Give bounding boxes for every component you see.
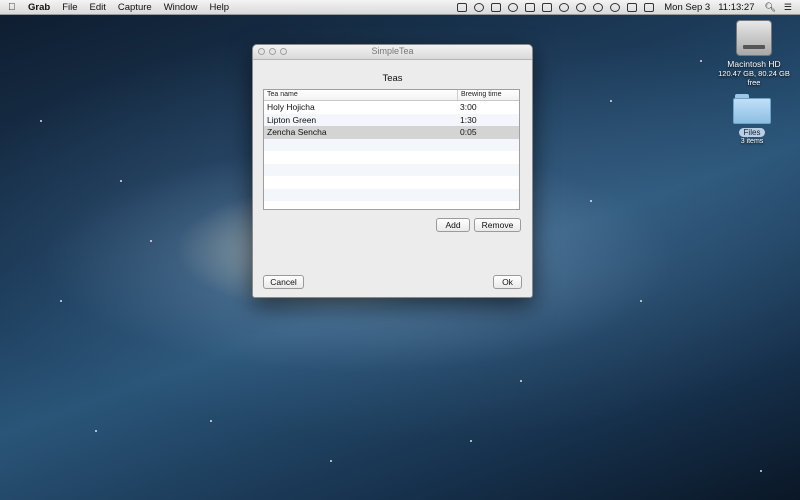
tea-name-cell: Zencha Sencha <box>267 127 327 137</box>
spotlight-search-icon[interactable]: 🔍︎ <box>764 2 775 13</box>
tea-name-cell: Lipton Green <box>267 114 317 125</box>
star <box>470 440 472 442</box>
window-title: SimpleTea <box>371 46 414 56</box>
status-icon[interactable] <box>508 2 519 12</box>
star <box>640 300 642 302</box>
status-icon[interactable] <box>457 2 468 12</box>
apple-menu-icon[interactable]:  <box>8 2 20 13</box>
remove-button[interactable]: Remove <box>474 218 521 232</box>
simpletea-window: SimpleTea Teas Tea name Brewing time Hol… <box>252 44 533 298</box>
star <box>40 120 42 122</box>
table-header: Tea name Brewing time <box>264 90 519 101</box>
menu-extras: Mon Sep 3 11:13:27 🔍︎ ☰ <box>450 0 792 14</box>
column-header-tea-name[interactable]: Tea name <box>264 90 458 100</box>
table-row[interactable]: Lipton Green 1:30 <box>264 113 519 126</box>
wifi-icon[interactable] <box>610 2 621 12</box>
hard-drive-icon <box>736 20 772 56</box>
volume-icon[interactable] <box>627 2 638 12</box>
hd-name: Macintosh HD <box>727 59 781 69</box>
notification-center-icon[interactable]: ☰ <box>784 2 792 13</box>
empty-row <box>264 176 519 189</box>
menu-date[interactable]: Mon Sep 3 <box>664 2 710 13</box>
star <box>95 430 97 432</box>
star <box>700 60 702 62</box>
desktop-icon-macintosh-hd[interactable]: Macintosh HD 120.47 GB, 80.24 GB free <box>712 20 796 87</box>
empty-row <box>264 163 519 176</box>
status-icon[interactable] <box>474 2 485 12</box>
table-row-selected[interactable]: Zencha Sencha 0:05 <box>264 126 519 139</box>
star <box>120 180 122 182</box>
app-menu[interactable]: Grab <box>28 2 50 13</box>
menu-capture[interactable]: Capture <box>118 2 152 13</box>
chat-icon[interactable] <box>559 2 570 12</box>
star <box>610 100 612 102</box>
folder-name: Files <box>738 128 766 137</box>
add-button[interactable]: Add <box>436 218 470 232</box>
star <box>60 300 62 302</box>
brewing-time-cell: 1:30 <box>460 114 477 125</box>
menu-clock[interactable]: 11:13:27 <box>718 2 754 13</box>
brewing-time-cell: 0:05 <box>460 127 477 137</box>
folder-icon <box>733 94 771 124</box>
star <box>210 420 212 422</box>
table-row[interactable]: Holy Hojicha 3:00 <box>264 101 519 114</box>
empty-row <box>264 138 519 151</box>
brewing-time-cell: 3:00 <box>460 102 477 112</box>
time-machine-icon[interactable] <box>576 2 587 12</box>
star <box>760 470 762 472</box>
folder-info: 3 items <box>740 138 764 145</box>
status-icon[interactable] <box>525 2 536 12</box>
menu-window[interactable]: Window <box>164 2 198 13</box>
dropbox-icon[interactable] <box>491 2 502 12</box>
hd-info: 120.47 GB, 80.24 GB free <box>718 69 790 87</box>
empty-row <box>264 151 519 164</box>
menu-file[interactable]: File <box>62 2 77 13</box>
window-titlebar[interactable]: SimpleTea <box>253 45 532 60</box>
bluetooth-icon[interactable] <box>593 2 604 12</box>
desktop-icon-files[interactable]: Files 3 items <box>727 94 777 145</box>
star <box>150 240 152 242</box>
menu-bar:  Grab File Edit Capture Window Help Mon… <box>0 0 800 15</box>
table-body: Holy Hojicha 3:00 Lipton Green 1:30 Zenc… <box>264 101 519 201</box>
airplay-icon[interactable] <box>542 2 553 12</box>
teas-heading: Teas <box>382 73 403 84</box>
star <box>520 380 522 382</box>
empty-row <box>264 188 519 201</box>
star <box>590 200 592 202</box>
star <box>330 460 332 462</box>
teas-table: Tea name Brewing time Holy Hojicha 3:00 … <box>263 89 520 210</box>
tea-name-cell: Holy Hojicha <box>267 102 315 112</box>
battery-icon[interactable] <box>644 2 655 12</box>
cancel-button[interactable]: Cancel <box>263 275 304 289</box>
menu-help[interactable]: Help <box>209 2 229 13</box>
ok-button[interactable]: Ok <box>493 275 522 289</box>
column-header-brewing-time[interactable]: Brewing time <box>458 90 519 100</box>
menu-edit[interactable]: Edit <box>90 2 106 13</box>
